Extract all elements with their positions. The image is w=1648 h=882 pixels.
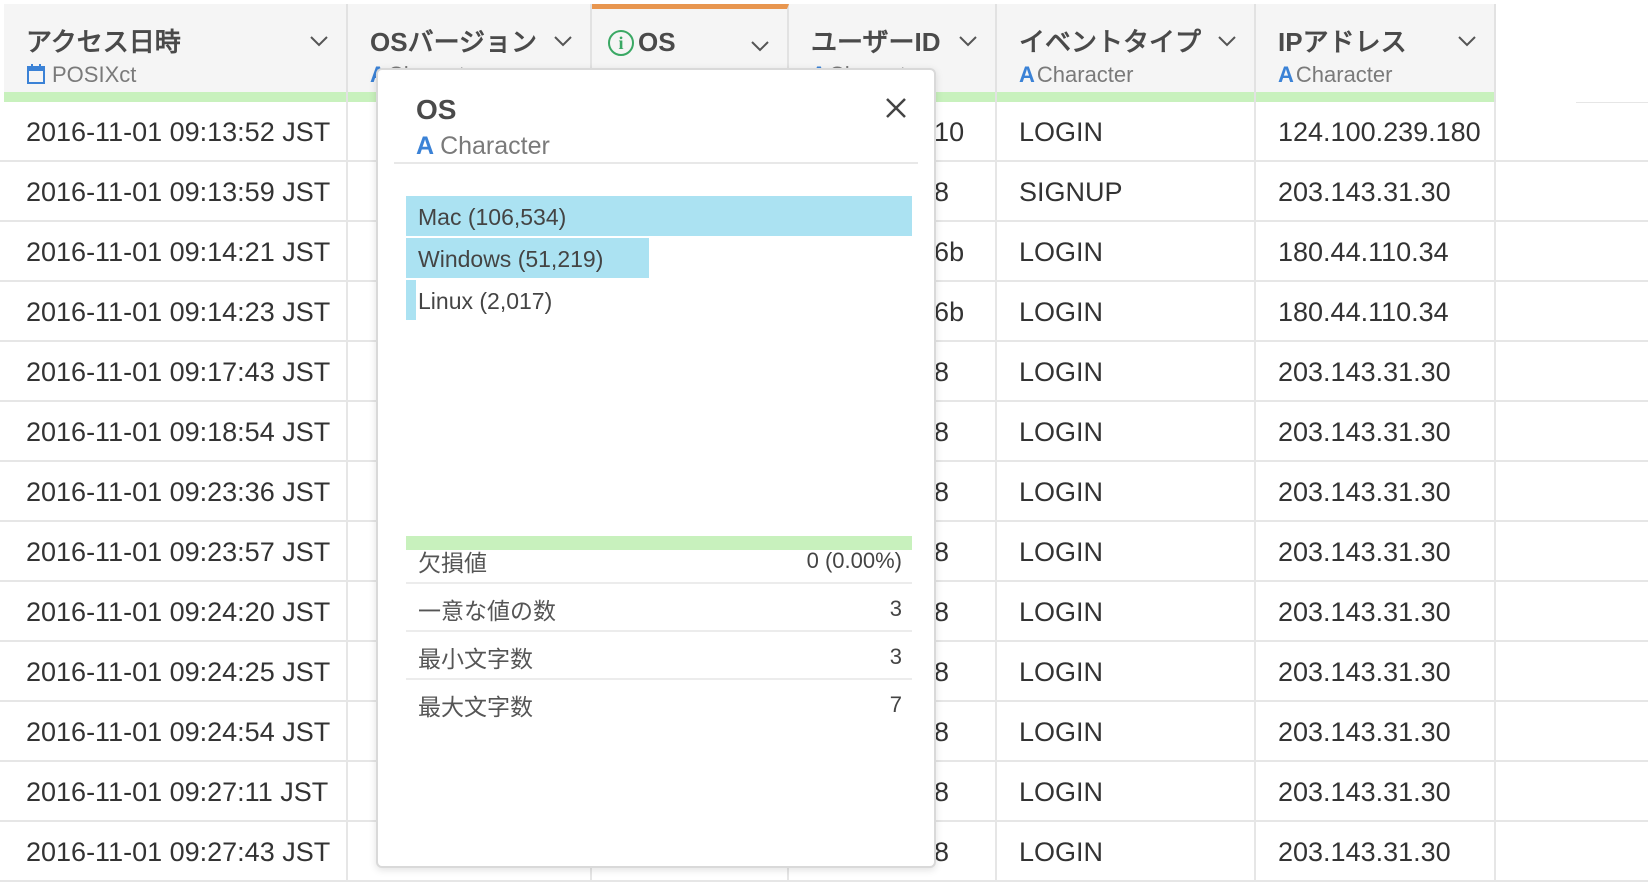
stat-label: 一意な値の数 [418,598,556,624]
column-header-access-time[interactable]: アクセス日時 POSIXct [4,4,348,102]
table-cell[interactable]: 2016-11-01 09:18:54 JST [4,402,348,460]
stat-min-length: 最小文字数 3 [406,630,912,680]
column-summary-popup: OS A Character Mac (106,534) Windows (51,2… [376,68,936,868]
table-cell[interactable]: 203.143.31.30 [1256,822,1496,880]
value-bar-label: Mac (106,534) [418,204,567,230]
table-cell[interactable]: 203.143.31.30 [1256,582,1496,640]
popup-title: OS [416,94,457,125]
stat-label: 欠損値 [418,550,487,576]
table-cell[interactable]: 203.143.31.30 [1256,162,1496,220]
value-bar [406,280,416,320]
data-quality-bar [1256,92,1494,102]
close-icon[interactable] [882,94,910,122]
popup-type-label: Character [440,132,550,160]
table-cell[interactable]: 203.143.31.30 [1256,762,1496,820]
stat-label: 最小文字数 [418,646,533,672]
table-cell[interactable]: 2016-11-01 09:24:54 JST [4,702,348,760]
table-cell[interactable]: 2016-11-01 09:24:20 JST [4,582,348,640]
table-cell[interactable]: LOGIN [997,642,1256,700]
table-cell[interactable]: 124.100.239.180 [1256,102,1496,160]
data-quality-bar [4,92,346,102]
table-cell[interactable]: LOGIN [997,102,1256,160]
chevron-down-icon[interactable] [957,30,979,52]
column-type: ACharacter [1019,62,1133,88]
column-title: OS [638,27,676,57]
table-cell[interactable]: 2016-11-01 09:27:11 JST [4,762,348,820]
info-icon[interactable]: i [608,30,634,56]
column-type-label: Character [1295,62,1393,87]
stat-value: 0 (0.00%) [806,548,902,573]
value-bar-row[interactable]: Linux (2,017) [406,280,912,320]
column-type: POSIXct [26,62,136,88]
stat-unique-values: 一意な値の数 3 [406,582,912,632]
table-cell[interactable]: 2016-11-01 09:14:21 JST [4,222,348,280]
character-type-icon: A [416,132,435,160]
column-type-label: POSIXct [52,62,137,87]
table-cell[interactable]: 203.143.31.30 [1256,342,1496,400]
table-cell[interactable]: LOGIN [997,342,1256,400]
column-title: IPアドレス [1278,27,1407,57]
table-cell[interactable]: 2016-11-01 09:17:43 JST [4,342,348,400]
table-cell[interactable]: 180.44.110.34 [1256,282,1496,340]
table-cell[interactable]: 2016-11-01 09:13:59 JST [4,162,348,220]
column-title: OSバージョン [370,27,538,57]
popup-column-type: A Character [416,132,550,161]
stat-max-length: 最大文字数 7 [406,678,912,728]
table-cell[interactable]: LOGIN [997,762,1256,820]
stat-missing-values: 欠損値 0 (0.00%) [406,534,912,584]
chevron-down-icon[interactable] [552,30,574,52]
table-cell[interactable]: 203.143.31.30 [1256,702,1496,760]
stat-value: 7 [889,692,902,717]
chevron-down-icon[interactable] [749,35,771,57]
value-bar-label: Windows (51,219) [418,246,604,272]
table-cell[interactable]: 180.44.110.34 [1256,222,1496,280]
table-cell[interactable]: LOGIN [997,702,1256,760]
column-header-ip-address[interactable]: IPアドレス ACharacter [1256,4,1496,102]
table-cell[interactable]: LOGIN [997,822,1256,880]
table-cell[interactable]: SIGNUP [997,162,1256,220]
data-quality-bar [997,92,1254,102]
stat-value: 3 [889,596,902,621]
table-cell[interactable]: 2016-11-01 09:23:36 JST [4,462,348,520]
value-bar-row[interactable]: Mac (106,534) [406,196,912,236]
table-cell[interactable]: LOGIN [997,282,1256,340]
table-cell[interactable]: LOGIN [997,462,1256,520]
table-cell[interactable]: 2016-11-01 09:27:43 JST [4,822,348,880]
table-cell[interactable]: 2016-11-01 09:13:52 JST [4,102,348,160]
table-cell[interactable]: LOGIN [997,522,1256,580]
table-cell[interactable]: LOGIN [997,582,1256,640]
chevron-down-icon[interactable] [308,30,330,52]
value-bar-row[interactable]: Windows (51,219) [406,238,912,278]
character-type-icon: A [1278,62,1294,87]
column-header-event-type[interactable]: イベントタイプ ACharacter [997,4,1256,102]
table-cell[interactable]: 2016-11-01 09:14:23 JST [4,282,348,340]
popup-divider [394,162,918,164]
table-cell[interactable]: 203.143.31.30 [1256,642,1496,700]
column-title: アクセス日時 [26,27,181,57]
table-cell[interactable]: 203.143.31.30 [1256,462,1496,520]
chevron-down-icon[interactable] [1216,30,1238,52]
chevron-down-icon[interactable] [1456,30,1478,52]
stat-label: 最大文字数 [418,694,533,720]
table-cell[interactable]: 203.143.31.30 [1256,522,1496,580]
column-title: ユーザーID [811,27,941,57]
stat-value: 3 [889,644,902,669]
column-type-label: Character [1036,62,1134,87]
header-filler [1576,4,1648,103]
table-cell[interactable]: 2016-11-01 09:24:25 JST [4,642,348,700]
table-cell[interactable]: LOGIN [997,402,1256,460]
table-cell[interactable]: LOGIN [997,222,1256,280]
table-cell[interactable]: 203.143.31.30 [1256,402,1496,460]
column-type: ACharacter [1278,62,1392,88]
character-type-icon: A [1019,62,1035,87]
column-title: イベントタイプ [1019,27,1202,57]
table-cell[interactable]: 2016-11-01 09:23:57 JST [4,522,348,580]
value-bar-label: Linux (2,017) [418,288,553,314]
calendar-icon [27,64,45,84]
